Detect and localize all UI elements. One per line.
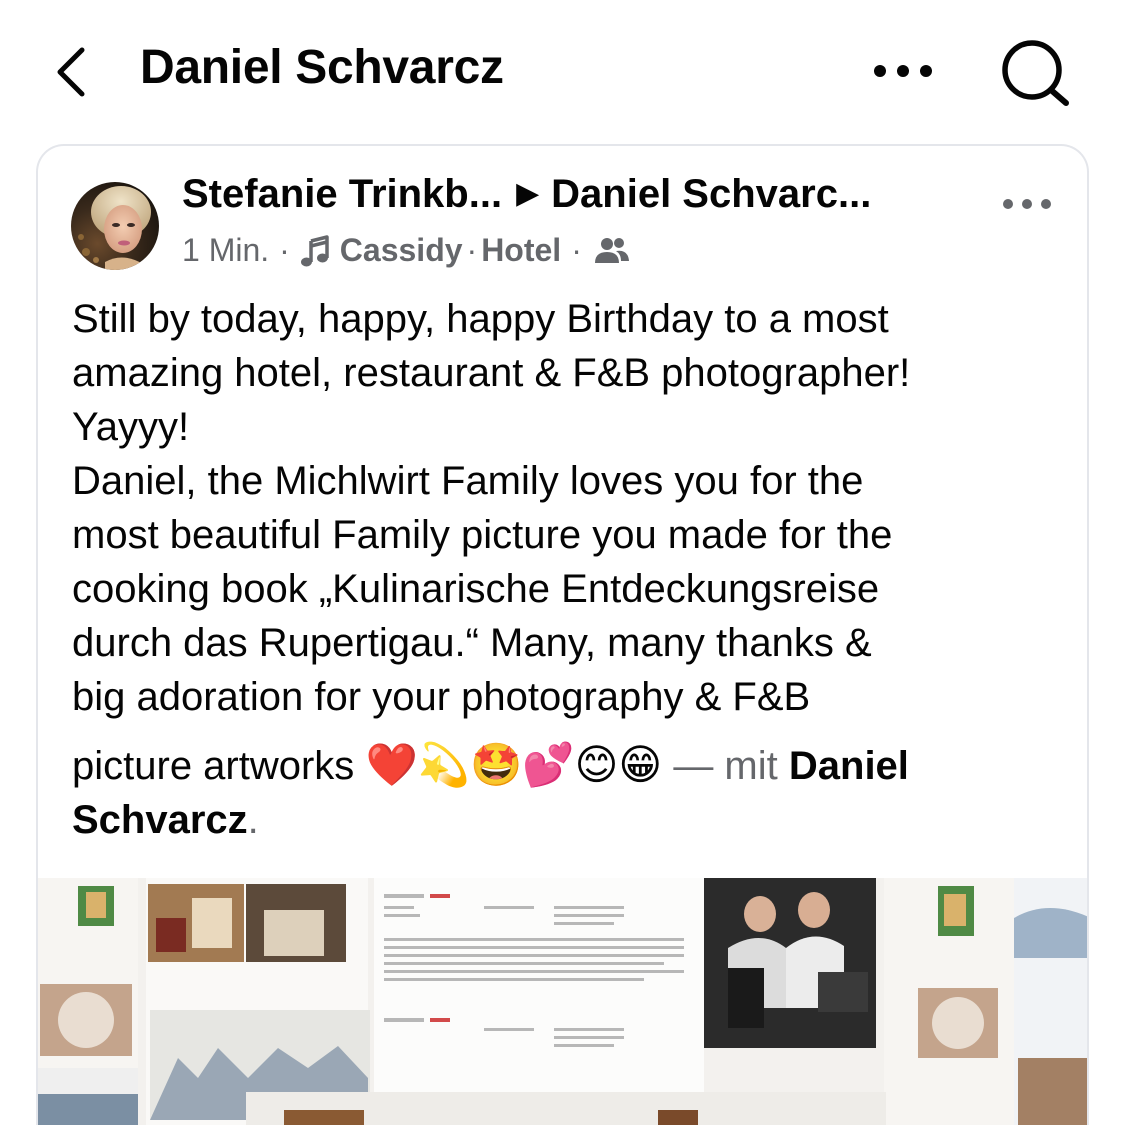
post-text-line: cooking book „Kulinarische Entdeckungsre… — [72, 567, 880, 611]
back-button[interactable] — [48, 42, 98, 102]
separator-dot: · — [466, 232, 478, 268]
more-horizontal-icon — [1003, 199, 1051, 209]
music-title[interactable]: Cassidy — [340, 232, 463, 269]
post-text-line: picture artworks ❤️💫🤩💕😊😁 — mit Daniel — [72, 738, 1072, 793]
separator-dot: · — [571, 232, 582, 268]
chevron-left-icon — [57, 47, 85, 97]
author-avatar[interactable] — [71, 182, 159, 270]
separator-dot: · — [279, 232, 290, 268]
shared-to-arrow-icon: ▶ — [516, 177, 540, 210]
post-card: Stefanie Trinkb... ▶ Daniel Schvarc... 1 M… — [36, 144, 1089, 1125]
post-time[interactable]: 1 Min. — [182, 232, 269, 269]
post-text-line: amazing hotel, restaurant & F&B photogra… — [72, 351, 911, 395]
post-text-line: durch das Rupertigau.“ Many, many thanks… — [72, 621, 872, 665]
post-body: Still by today, happy, happy Birthday to… — [72, 292, 1072, 847]
search-button[interactable] — [996, 40, 1072, 108]
avatar-image — [71, 182, 159, 270]
with-label: — mit — [673, 744, 778, 788]
post-text-line: big adoration for your photography & F&B — [72, 675, 811, 719]
post-text-line: most beautiful Family picture you made f… — [72, 513, 893, 557]
post-options-button[interactable] — [1000, 194, 1054, 214]
page-title: Daniel Schvarcz — [140, 41, 504, 94]
post-header: Stefanie Trinkb... ▶ Daniel Schvarc... — [182, 172, 871, 217]
post-text-line: Still by today, happy, happy Birthday to… — [72, 297, 889, 341]
book-pages-collage-image — [38, 878, 1087, 1125]
location-name[interactable]: Hotel — [481, 232, 561, 269]
period: . — [247, 798, 259, 842]
music-note-icon — [300, 234, 329, 266]
tagged-person-link[interactable]: Daniel — [789, 744, 909, 788]
post-text-fragment: picture artworks — [72, 744, 355, 788]
tagged-person-link[interactable]: Schvarcz — [72, 798, 248, 842]
friends-icon[interactable] — [594, 236, 630, 266]
more-options-button[interactable] — [870, 56, 936, 86]
post-photo[interactable] — [38, 878, 1087, 1125]
emoji-sequence: ❤️💫🤩💕😊😁 — [365, 740, 663, 789]
target-profile-name[interactable]: Daniel Schvarc... — [551, 172, 871, 216]
author-name[interactable]: Stefanie Trinkb... — [182, 172, 502, 216]
post-text-line: Yayyy! — [72, 405, 190, 449]
search-icon — [1002, 40, 1069, 106]
top-navigation-bar: Daniel Schvarcz — [0, 0, 1125, 140]
post-text-line: Schvarcz. — [72, 793, 1072, 847]
post-text-line: Daniel, the Michlwirt Family loves you f… — [72, 459, 864, 503]
more-horizontal-icon — [874, 65, 932, 77]
post-meta: 1 Min. · Cassidy · Hotel · — [182, 232, 630, 269]
